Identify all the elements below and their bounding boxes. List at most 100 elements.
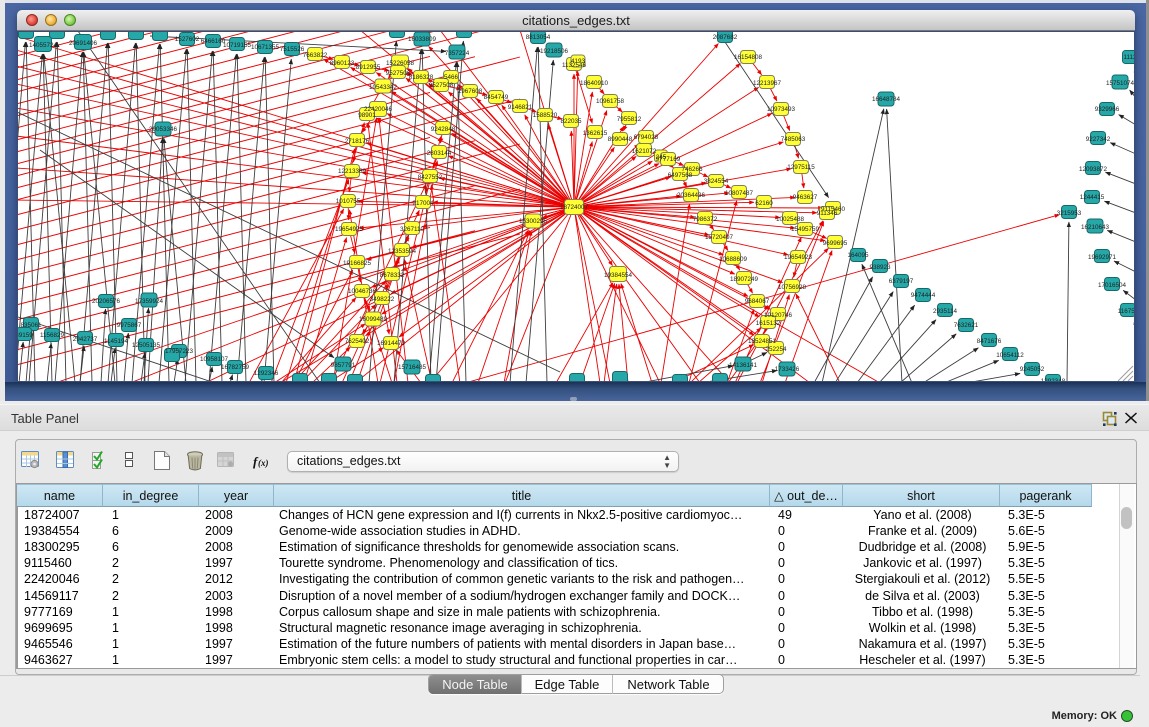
svg-text:1733426: 1733426 <box>775 366 800 373</box>
svg-text:2967608: 2967608 <box>458 88 483 95</box>
svg-text:62160: 62160 <box>755 200 773 207</box>
svg-text:2935114: 2935114 <box>933 308 958 315</box>
svg-text:7663822: 7663822 <box>303 52 328 59</box>
svg-text:19692971: 19692971 <box>1088 254 1117 261</box>
svg-text:16099489: 16099489 <box>359 316 388 323</box>
svg-text:16914479: 16914479 <box>377 340 406 347</box>
svg-text:6794028: 6794028 <box>634 134 659 141</box>
svg-text:6379197: 6379197 <box>889 278 914 285</box>
svg-text:9474444: 9474444 <box>911 292 936 299</box>
svg-text:164095: 164095 <box>847 252 869 259</box>
svg-text:1588520: 1588520 <box>533 112 558 119</box>
svg-text:7986372: 7986372 <box>693 216 718 223</box>
svg-text:10807487: 10807487 <box>725 190 754 197</box>
svg-text:7485063: 7485063 <box>781 136 806 143</box>
svg-text:8427552: 8427552 <box>418 174 443 181</box>
svg-text:3215953: 3215953 <box>1057 210 1082 217</box>
svg-text:16210643: 16210643 <box>1081 224 1110 231</box>
svg-text:3498222: 3498222 <box>370 296 395 303</box>
svg-text:98901: 98901 <box>358 112 376 119</box>
svg-text:9975867: 9975867 <box>117 322 142 329</box>
svg-text:20206576: 20206576 <box>92 298 121 305</box>
svg-text:15720407: 15720407 <box>705 234 734 241</box>
svg-text:8454749: 8454749 <box>484 94 509 101</box>
svg-text:18724007: 18724007 <box>560 204 589 211</box>
svg-text:10756928: 10756928 <box>778 284 807 291</box>
svg-text:8471676: 8471676 <box>977 338 1002 345</box>
svg-text:18640910: 18640910 <box>580 80 609 87</box>
svg-text:12505135: 12505135 <box>132 342 161 349</box>
svg-text:10543342: 10543342 <box>369 84 398 91</box>
svg-text:12093872: 12093872 <box>1079 166 1108 173</box>
svg-text:252254: 252254 <box>765 346 787 353</box>
svg-text:16033809: 16033809 <box>408 36 437 43</box>
svg-text:9777169: 9777169 <box>656 156 681 163</box>
svg-text:3267110: 3267110 <box>400 226 425 233</box>
svg-text:9146821: 9146821 <box>508 104 533 111</box>
svg-text:3824554: 3824554 <box>704 178 729 185</box>
svg-text:10688609: 10688609 <box>719 256 748 263</box>
svg-text:17359924: 17359924 <box>135 298 164 305</box>
svg-text:2803144: 2803144 <box>427 150 452 157</box>
svg-text:9463627: 9463627 <box>793 194 818 201</box>
svg-text:2942737: 2942737 <box>73 336 98 343</box>
svg-text:1292346: 1292346 <box>254 370 279 377</box>
svg-text:9857791: 9857791 <box>331 362 356 369</box>
svg-text:1362615: 1362615 <box>583 130 608 137</box>
svg-text:8960123: 8960123 <box>330 60 355 67</box>
svg-text:15751074: 15751074 <box>1106 80 1135 87</box>
svg-text:10120746: 10120746 <box>764 312 793 319</box>
svg-text:7357224: 7357224 <box>445 50 470 57</box>
svg-text:19654925: 19654925 <box>335 226 364 233</box>
svg-text:20053346: 20053346 <box>149 126 178 133</box>
svg-text:9527508: 9527508 <box>429 82 454 89</box>
svg-text:938923: 938923 <box>869 264 891 271</box>
svg-text:10961758: 10961758 <box>596 98 625 105</box>
svg-text:1615132: 1615132 <box>756 320 781 327</box>
svg-text:18524851: 18524851 <box>748 338 777 345</box>
svg-text:2087682: 2087682 <box>713 34 738 41</box>
svg-text:19384554: 19384554 <box>604 272 633 279</box>
svg-text:15300295: 15300295 <box>519 218 548 225</box>
svg-text:16154808: 16154808 <box>734 54 763 61</box>
svg-text:15495759: 15495759 <box>791 226 820 233</box>
svg-text:10046736: 10046736 <box>348 288 377 295</box>
svg-text:9527506: 9527506 <box>386 70 411 77</box>
svg-text:12353594: 12353594 <box>388 248 417 255</box>
svg-text:14055724: 14055724 <box>29 42 58 49</box>
svg-text:19166825: 19166825 <box>343 260 372 267</box>
svg-text:1145194: 1145194 <box>104 338 129 345</box>
svg-text:1112: 1112 <box>1123 54 1135 61</box>
svg-text:8813054: 8813054 <box>526 34 551 41</box>
svg-text:1156829: 1156829 <box>40 332 65 339</box>
svg-text:8912955: 8912955 <box>356 64 381 71</box>
svg-text:14136141: 14136141 <box>729 362 758 369</box>
svg-text:8678332: 8678332 <box>380 272 405 279</box>
svg-text:15716485: 15716485 <box>398 364 427 371</box>
svg-text:9684067: 9684067 <box>745 298 770 305</box>
svg-text:7632621: 7632621 <box>954 322 979 329</box>
svg-text:17016504: 17016504 <box>1098 282 1127 289</box>
svg-text:20364436: 20364436 <box>677 192 706 199</box>
svg-text:5466: 5466 <box>444 74 459 81</box>
svg-text:9227342: 9227342 <box>1086 136 1111 143</box>
svg-text:10654112: 10654112 <box>996 352 1024 359</box>
svg-text:8186328: 8186328 <box>409 74 434 81</box>
svg-text:10671355: 10671355 <box>251 44 280 51</box>
svg-text:1527602: 1527602 <box>175 36 200 43</box>
svg-text:16782759: 16782759 <box>221 364 250 371</box>
svg-text:8990448: 8990448 <box>608 136 633 143</box>
svg-text:39159: 39159 <box>17 332 33 339</box>
svg-text:(x): (x) <box>258 458 269 468</box>
svg-text:12213369: 12213369 <box>338 168 367 175</box>
svg-text:911346: 911346 <box>817 210 838 217</box>
svg-text:116753: 116753 <box>1118 308 1135 315</box>
svg-text:19654923: 19654923 <box>784 254 813 261</box>
svg-text:9242848: 9242848 <box>431 126 456 133</box>
svg-text:4193: 4193 <box>571 58 586 65</box>
svg-text:1010755: 1010755 <box>336 198 361 205</box>
svg-text:217004: 217004 <box>412 200 434 207</box>
svg-text:12975115: 12975115 <box>787 164 815 171</box>
svg-text:15226058: 15226058 <box>386 60 415 67</box>
svg-text:1244415: 1244415 <box>1080 194 1105 201</box>
